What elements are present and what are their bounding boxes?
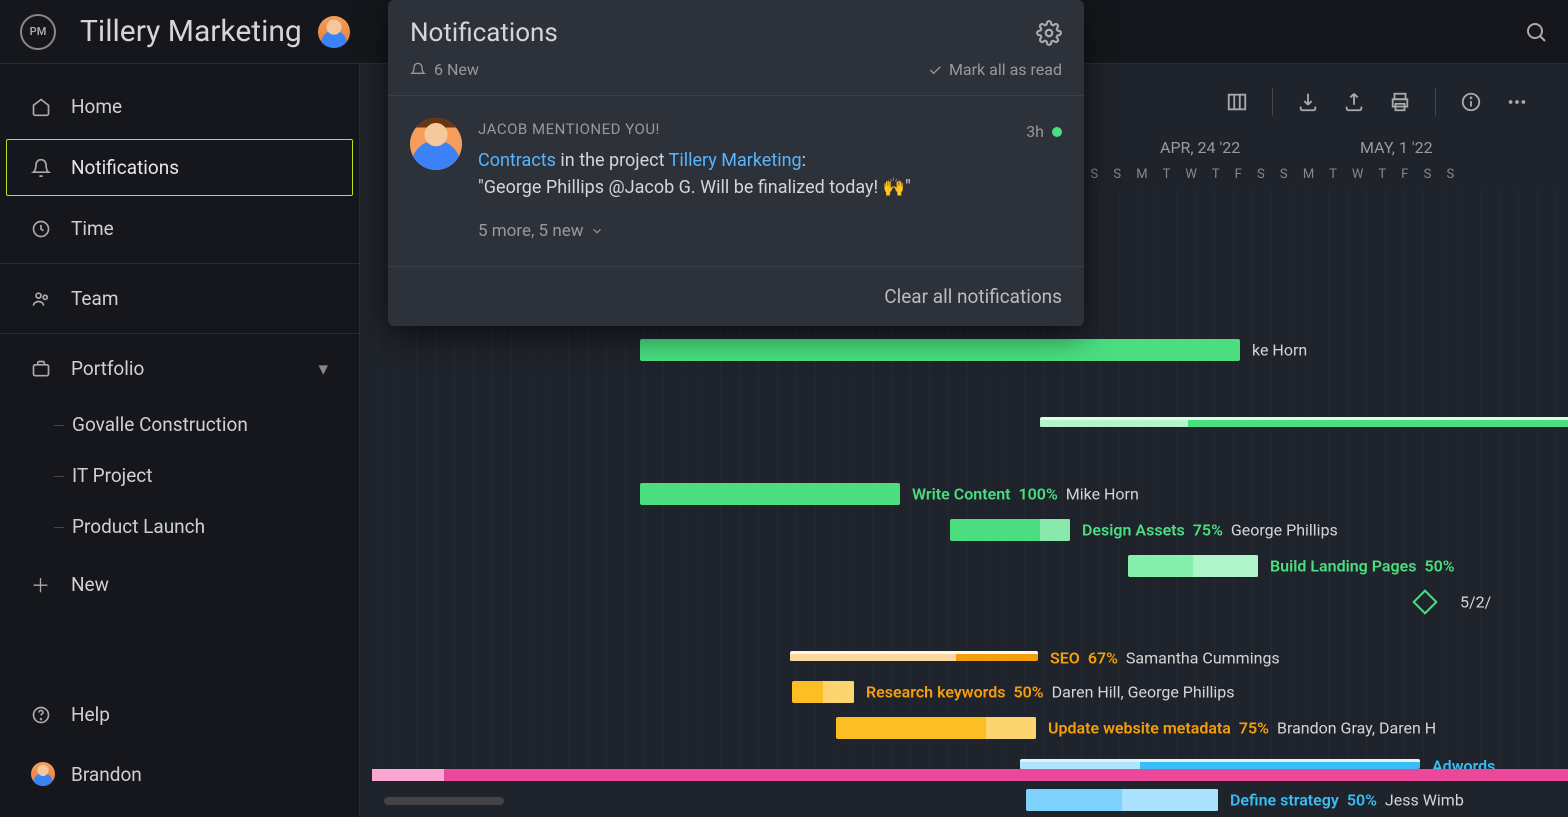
nav-portfolio[interactable]: Portfolio ▾ — [6, 340, 353, 397]
project-title[interactable]: Tillery Marketing — [80, 14, 302, 49]
gantt-row: Define strategy50%Jess Wimb — [360, 782, 1568, 817]
notification-text: Contracts in the project Tillery Marketi… — [478, 147, 1062, 174]
gantt-bar[interactable]: SEO67%Samantha Cummings — [790, 651, 1038, 661]
gantt-row: 5/2/ — [360, 584, 1568, 620]
notification-link[interactable]: Contracts — [478, 150, 556, 171]
avatar[interactable] — [318, 16, 350, 48]
gear-icon[interactable] — [1036, 20, 1062, 46]
portfolio-item[interactable]: Product Launch — [48, 501, 359, 552]
mark-all-read[interactable]: Mark all as read — [927, 60, 1062, 79]
upload-icon[interactable] — [1343, 91, 1365, 113]
notification-time: 3h — [1026, 118, 1062, 147]
nav-label: Brandon — [71, 763, 142, 786]
notification-link[interactable]: Tillery Marketing — [669, 150, 802, 171]
mark-all-label: Mark all as read — [949, 60, 1062, 79]
gantt-bar[interactable]: Design Assets75%George Phillips — [950, 519, 1070, 541]
gantt-bar[interactable]: ke Horn — [640, 339, 1240, 361]
month-label: APR, 24 '22 — [1160, 138, 1240, 157]
month-label: MAY, 1 '22 — [1360, 138, 1433, 157]
chevron-down-icon — [590, 224, 604, 238]
task-label: Research keywords50%Daren Hill, George P… — [866, 683, 1235, 702]
gantt-row: Build Landing Pages50% — [360, 548, 1568, 584]
portfolio-item[interactable]: IT Project — [48, 450, 359, 501]
day-letters: F S S M T W T F S S M T W T F S S — [1068, 167, 1460, 182]
gantt-row: Design Assets75%George Phillips — [360, 512, 1568, 548]
nav-label: Help — [71, 703, 110, 726]
gantt-bar[interactable]: Define strategy50%Jess Wimb — [1026, 789, 1218, 811]
task-label: Design Assets75%George Phillips — [1082, 521, 1338, 540]
nav-label: Team — [71, 287, 119, 310]
unread-dot-icon — [1052, 127, 1062, 137]
plus-icon: ＋ — [31, 571, 59, 598]
nav-label: Portfolio — [71, 357, 144, 380]
nav-help[interactable]: Help — [6, 686, 353, 743]
nav-home[interactable]: Home — [6, 78, 353, 135]
search-icon[interactable] — [1524, 20, 1548, 44]
gantt-bar[interactable]: Adwords — [1020, 759, 1420, 769]
milestone-icon[interactable] — [1412, 589, 1437, 614]
nav-label: Notifications — [71, 156, 179, 179]
nav-notifications[interactable]: Notifications — [6, 139, 353, 196]
task-label: SEO67%Samantha Cummings — [1050, 648, 1280, 667]
notification-quote: "George Phillips @Jacob G. Will be final… — [478, 174, 1062, 201]
task-label: Update website metadata75%Brandon Gray, … — [1048, 719, 1436, 738]
nav-user[interactable]: Brandon — [6, 745, 353, 803]
nav-new[interactable]: ＋ New — [6, 554, 353, 615]
help-icon — [31, 705, 59, 725]
columns-icon[interactable] — [1226, 91, 1248, 113]
team-icon — [31, 289, 59, 309]
notifications-title: Notifications — [410, 18, 1036, 48]
summary-bar[interactable] — [372, 769, 1568, 781]
bell-icon — [410, 62, 426, 78]
task-label: Write Content100%Mike Horn — [912, 485, 1139, 504]
avatar-icon — [31, 762, 59, 786]
nav-time[interactable]: Time — [6, 200, 353, 257]
home-icon — [31, 97, 59, 117]
gantt-bar[interactable]: Write Content100%Mike Horn — [640, 483, 900, 505]
print-icon[interactable] — [1389, 91, 1411, 113]
toolbar — [1226, 88, 1528, 116]
gantt-row: Write Content100%Mike Horn — [360, 476, 1568, 512]
notification-avatar — [410, 118, 462, 170]
more-icon[interactable] — [1506, 91, 1528, 113]
gantt-bar[interactable]: ps, Jennifer Lennon, Jess Wimber... — [1040, 417, 1568, 427]
gantt-bar[interactable]: Update website metadata75%Brandon Gray, … — [836, 717, 1036, 739]
nav-label: Time — [71, 217, 114, 240]
nav-label: New — [71, 573, 109, 596]
notifications-panel: Notifications 6 New Mark all as read JAC… — [388, 0, 1084, 326]
task-label: Build Landing Pages50% — [1270, 557, 1455, 576]
info-icon[interactable] — [1460, 91, 1482, 113]
notification-caption: JACOB MENTIONED YOU! — [478, 118, 660, 141]
gantt-row: SEO67%Samantha Cummings — [360, 638, 1568, 674]
bell-icon — [31, 158, 59, 178]
check-icon — [927, 62, 943, 78]
portfolio-item[interactable]: Govalle Construction — [48, 399, 359, 450]
clock-icon — [31, 219, 59, 239]
app-logo[interactable]: PM — [20, 14, 56, 50]
notification-more[interactable]: 5 more, 5 new — [478, 219, 1062, 245]
task-label: Define strategy50%Jess Wimb — [1230, 791, 1464, 810]
nav-label: Home — [71, 95, 122, 118]
download-icon[interactable] — [1297, 91, 1319, 113]
gantt-bar[interactable]: Research keywords50%Daren Hill, George P… — [792, 681, 854, 703]
sidebar: Home Notifications Time Team Portfolio ▾… — [0, 64, 360, 817]
chevron-down-icon: ▾ — [318, 357, 328, 380]
gantt-row: Research keywords50%Daren Hill, George P… — [360, 674, 1568, 710]
horizontal-scrollbar[interactable] — [384, 797, 504, 805]
clear-all-notifications[interactable]: Clear all notifications — [388, 266, 1084, 326]
briefcase-icon — [31, 359, 59, 379]
new-count: 6 New — [434, 60, 479, 79]
nav-team[interactable]: Team — [6, 270, 353, 327]
gantt-row: ke Horn — [360, 332, 1568, 368]
task-label: 5/2/ — [1460, 593, 1491, 612]
gantt-row: Creativ — [360, 433, 1568, 469]
gantt-bar[interactable]: Build Landing Pages50% — [1128, 555, 1258, 577]
notification-item[interactable]: JACOB MENTIONED YOU! 3h Contracts in the… — [388, 96, 1084, 266]
gantt-row: Update website metadata75%Brandon Gray, … — [360, 710, 1568, 746]
task-label: ke Horn — [1252, 341, 1307, 360]
